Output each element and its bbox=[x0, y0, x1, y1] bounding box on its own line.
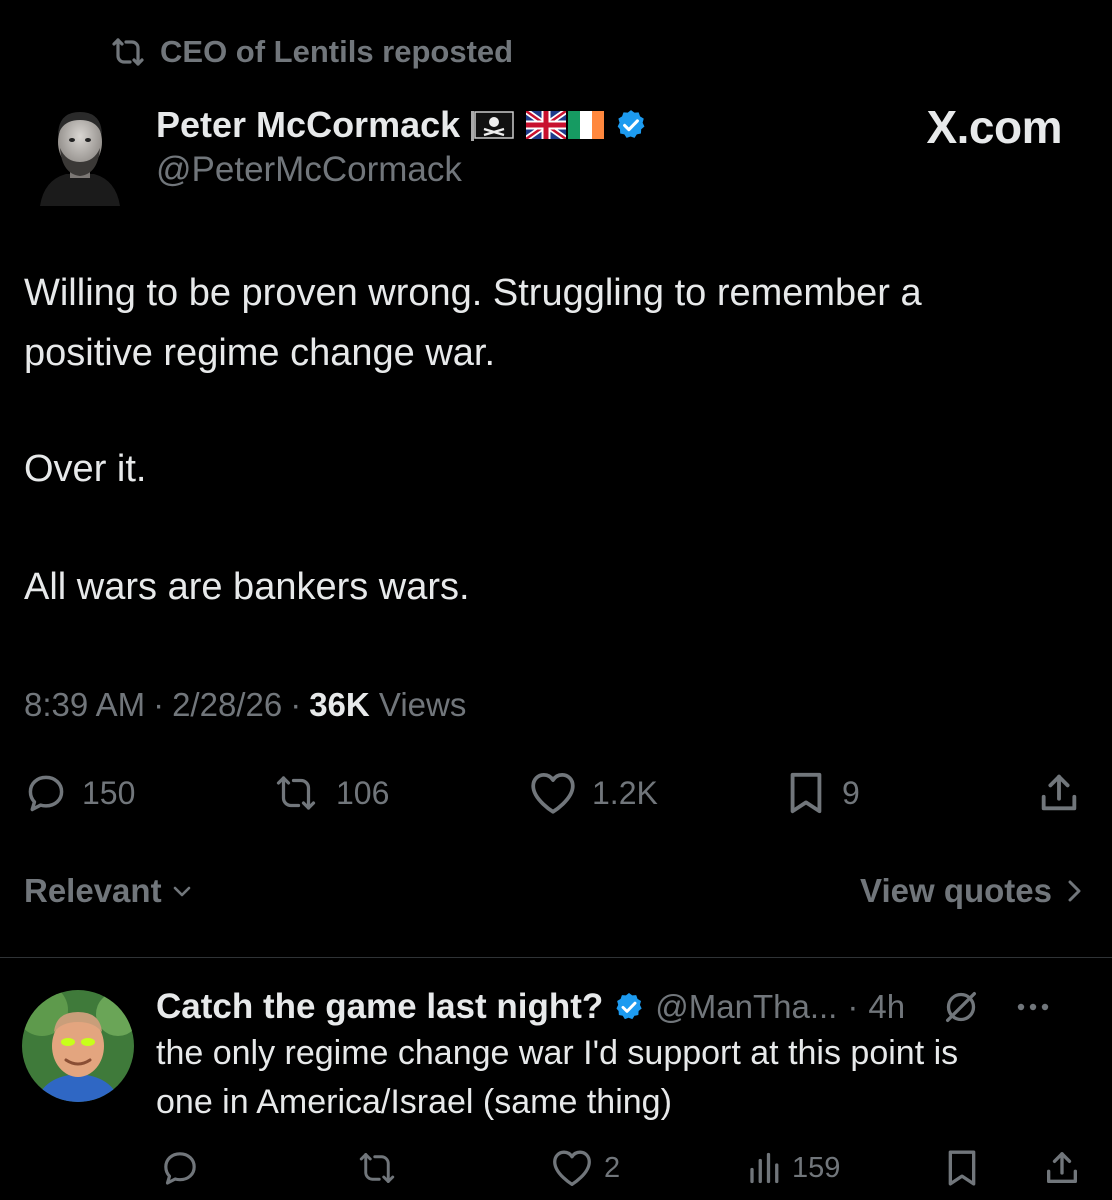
view-quotes-label: View quotes bbox=[860, 872, 1052, 909]
sort-dropdown[interactable]: Relevant bbox=[24, 872, 194, 910]
views-count[interactable]: 36K bbox=[309, 686, 370, 723]
reply-views-count: 159 bbox=[792, 1151, 841, 1184]
tweet-text-line: positive regime change war. bbox=[24, 332, 496, 374]
author-handle[interactable]: @PeterMcCormack bbox=[156, 150, 462, 190]
reply-repost-button[interactable] bbox=[354, 1145, 400, 1191]
tweet-text-line: Willing to be proven wrong. Struggling t… bbox=[24, 272, 922, 314]
site-label: X.com bbox=[926, 101, 1062, 153]
chevron-down-icon bbox=[170, 879, 194, 903]
bookmark-icon bbox=[784, 770, 828, 816]
reply-count: 150 bbox=[82, 774, 136, 811]
meta-separator: · bbox=[290, 686, 302, 723]
author-avatar[interactable] bbox=[36, 102, 124, 206]
reply-bookmark-button[interactable] bbox=[942, 1145, 982, 1191]
analytics-icon bbox=[746, 1150, 782, 1186]
reply-reply-button[interactable] bbox=[160, 1145, 200, 1191]
reply-button[interactable]: 150 bbox=[24, 768, 135, 818]
heart-icon bbox=[528, 770, 578, 816]
reply-icon bbox=[24, 771, 68, 815]
author-name[interactable]: Peter McCormack bbox=[156, 104, 460, 146]
reply-icon bbox=[160, 1148, 200, 1188]
reply-like-button[interactable]: 2 bbox=[550, 1145, 620, 1191]
share-button[interactable] bbox=[1036, 768, 1082, 818]
repost-count: 106 bbox=[336, 774, 390, 811]
repost-icon bbox=[270, 773, 322, 813]
view-quotes-link[interactable]: View quotes bbox=[860, 872, 1084, 910]
like-button[interactable]: 1.2K bbox=[528, 768, 658, 818]
share-icon bbox=[1042, 1148, 1082, 1188]
pirate-flag-icon bbox=[470, 109, 516, 141]
reply-text-line: the only regime change war I'd support a… bbox=[156, 1034, 959, 1072]
chevron-right-icon bbox=[1064, 877, 1084, 905]
tweet-date[interactable]: 2/28/26 bbox=[172, 686, 282, 724]
share-icon bbox=[1036, 770, 1082, 816]
reply-time[interactable]: 4h bbox=[868, 988, 905, 1026]
sort-label: Relevant bbox=[24, 872, 162, 909]
ireland-flag-icon bbox=[568, 111, 605, 139]
verified-badge-icon[interactable] bbox=[614, 108, 648, 142]
section-divider bbox=[0, 957, 1112, 958]
repost-button[interactable]: 106 bbox=[270, 768, 389, 818]
views-label: Views bbox=[378, 686, 467, 723]
uk-flag-icon bbox=[526, 111, 567, 139]
meta-separator: · bbox=[153, 686, 165, 723]
reply-views-button[interactable]: 159 bbox=[746, 1145, 840, 1191]
tweet-text-line: Over it. bbox=[24, 448, 147, 490]
repost-label: CEO of Lentils reposted bbox=[160, 34, 514, 69]
reply-author-name[interactable]: Catch the game last night? bbox=[156, 987, 603, 1027]
tweet-text-line: All wars are bankers wars. bbox=[24, 566, 470, 608]
tweet-meta: 8:39 AM · 2/28/26 · 36K Views bbox=[24, 686, 466, 724]
reply-like-count: 2 bbox=[604, 1151, 621, 1184]
reply-avatar[interactable] bbox=[22, 990, 134, 1102]
bookmark-icon bbox=[942, 1148, 982, 1188]
like-count: 1.2K bbox=[592, 774, 658, 811]
meta-separator: · bbox=[847, 988, 859, 1025]
bookmark-count: 9 bbox=[842, 774, 860, 811]
reply-text-line: one in America/Israel (same thing) bbox=[156, 1083, 672, 1121]
reply-author-handle[interactable]: @ManTha... bbox=[655, 988, 837, 1026]
reply-share-button[interactable] bbox=[1042, 1145, 1082, 1191]
bookmark-button[interactable]: 9 bbox=[784, 768, 860, 818]
heart-icon bbox=[550, 1148, 594, 1188]
reply-header: Catch the game last night? @ManTha... · … bbox=[156, 982, 1051, 1032]
repost-icon bbox=[108, 36, 148, 68]
more-options-icon[interactable] bbox=[1015, 1001, 1051, 1013]
tweet-time[interactable]: 8:39 AM bbox=[24, 686, 145, 724]
grok-icon[interactable] bbox=[941, 987, 981, 1027]
author-name-row[interactable]: Peter McCormack bbox=[156, 104, 648, 146]
repost-indicator[interactable]: CEO of Lentils reposted bbox=[108, 30, 513, 74]
repost-icon bbox=[354, 1150, 400, 1186]
verified-badge-icon[interactable] bbox=[613, 991, 645, 1023]
